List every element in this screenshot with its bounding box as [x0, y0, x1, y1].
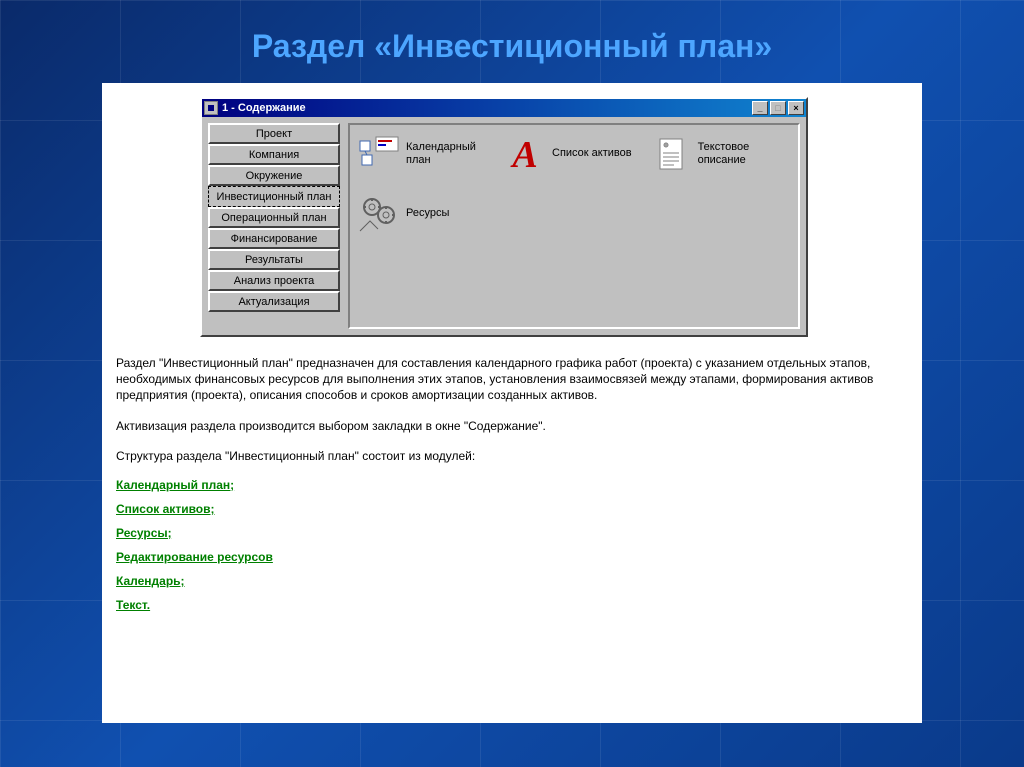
module-links-list: Календарный план; Список активов; Ресурс… [116, 478, 908, 612]
list-item: Ресурсы; [116, 526, 908, 540]
module-label: Список активов [552, 147, 632, 160]
link-resources[interactable]: Ресурсы; [116, 526, 172, 540]
document-icon [650, 133, 692, 175]
calendar-chart-icon [358, 133, 400, 175]
link-calendar[interactable]: Календарь; [116, 574, 185, 588]
system-menu-icon[interactable] [204, 101, 218, 115]
minimize-button[interactable]: _ [752, 101, 768, 115]
list-item: Текст. [116, 598, 908, 612]
window-controls: _ □ × [752, 101, 804, 115]
link-text[interactable]: Текст. [116, 598, 150, 612]
module-row: Ресурсы [358, 193, 790, 235]
link-asset-list[interactable]: Список активов; [116, 502, 215, 516]
svg-text:A: A [510, 134, 537, 175]
module-row: Календарный план A Список активов [358, 133, 790, 175]
window-title: 1 - Содержание [222, 102, 752, 114]
tab-results[interactable]: Результаты [208, 249, 340, 270]
module-asset-list[interactable]: A Список активов [504, 133, 632, 175]
tab-operational-plan[interactable]: Операционный план [208, 207, 340, 228]
content-panel: 1 - Содержание _ □ × Проект Компания Окр… [102, 83, 922, 723]
gears-icon [358, 193, 400, 235]
letter-a-icon: A [504, 133, 546, 175]
tab-environment[interactable]: Окружение [208, 165, 340, 186]
window-body: Проект Компания Окружение Инвестиционный… [202, 117, 806, 335]
tab-project-analysis[interactable]: Анализ проекта [208, 270, 340, 291]
link-edit-resources[interactable]: Редактирование ресурсов [116, 550, 273, 564]
list-item: Редактирование ресурсов [116, 550, 908, 564]
module-calendar-plan[interactable]: Календарный план [358, 133, 486, 175]
list-item: Календарный план; [116, 478, 908, 492]
tab-company[interactable]: Компания [208, 144, 340, 165]
description-paragraph: Активизация раздела производится выбором… [116, 418, 908, 434]
section-tabs: Проект Компания Окружение Инвестиционный… [208, 123, 340, 329]
module-resources[interactable]: Ресурсы [358, 193, 449, 235]
list-item: Список активов; [116, 502, 908, 516]
maximize-button: □ [770, 101, 786, 115]
module-label: Ресурсы [406, 207, 449, 220]
titlebar: 1 - Содержание _ □ × [202, 99, 806, 117]
tab-actualization[interactable]: Актуализация [208, 291, 340, 312]
module-label: Текстовое описание [698, 141, 778, 167]
app-window: 1 - Содержание _ □ × Проект Компания Окр… [200, 97, 808, 337]
module-text-description[interactable]: Текстовое описание [650, 133, 778, 175]
modules-area: Календарный план A Список активов [348, 123, 800, 329]
link-calendar-plan[interactable]: Календарный план; [116, 478, 234, 492]
close-button[interactable]: × [788, 101, 804, 115]
description-paragraph: Структура раздела "Инвестиционный план" … [116, 448, 908, 464]
tab-investment-plan[interactable]: Инвестиционный план [208, 186, 340, 207]
tab-financing[interactable]: Финансирование [208, 228, 340, 249]
module-label: Календарный план [406, 141, 486, 167]
tab-project[interactable]: Проект [208, 123, 340, 144]
description-paragraph: Раздел "Инвестиционный план" предназначе… [116, 355, 908, 404]
list-item: Календарь; [116, 574, 908, 588]
slide-title: Раздел «Инвестиционный план» [0, 0, 1024, 83]
